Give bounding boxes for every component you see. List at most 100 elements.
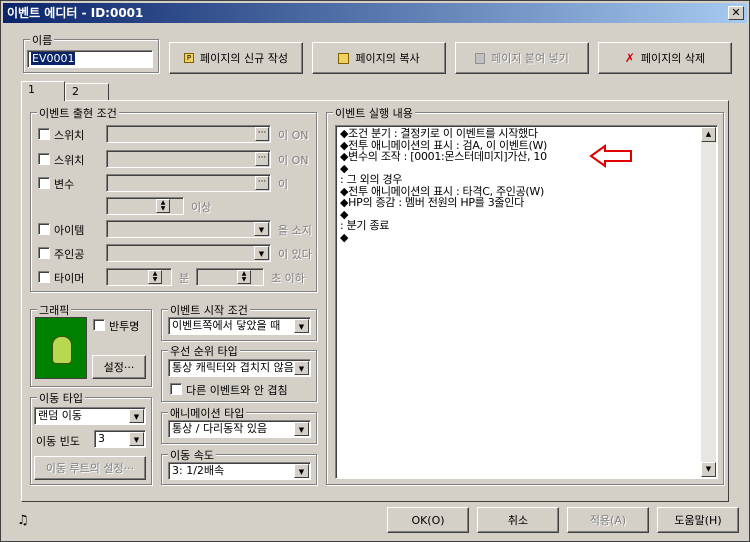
overlap-checkbox[interactable] (170, 383, 182, 395)
paste-page-icon (475, 52, 486, 64)
move-speed-legend: 이동 속도 (168, 447, 216, 463)
annotation-arrow-icon (589, 144, 632, 168)
animation-dropdown-icon: ▼ (294, 422, 309, 436)
event-name-input[interactable]: EV0001 (27, 50, 153, 68)
event-editor-window: 이벤트 에디터 - ID:0001 ✕ 이름 EV0001 P 페이지의 신규 … (0, 0, 750, 542)
variable-more-label: 이상 (191, 201, 212, 214)
priority-legend: 우선 순위 타입 (168, 343, 240, 359)
item-dropdown-icon: ▼ (254, 222, 269, 236)
window-title: 이벤트 에디터 - ID:0001 (7, 6, 144, 20)
timer-min-field (106, 268, 172, 286)
switch2-ellipsis: ··· (255, 152, 269, 166)
item-label: 아이템 (54, 224, 85, 237)
switch1-checkbox[interactable] (38, 128, 50, 140)
sprite-figure-icon (52, 336, 72, 364)
item-field: ▼ (106, 220, 271, 238)
priority-value: 통상 캐릭터와 겹치지 않음 (172, 361, 294, 374)
command-line[interactable]: ◆변수의 조작 : [0001:몬스터데미지]가산, 10 (340, 151, 699, 163)
transparent-label: 반투명 (109, 320, 140, 333)
priority-dropdown-icon: ▼ (294, 361, 309, 375)
move-type-legend: 이동 타입 (37, 390, 85, 406)
switch2-checkbox[interactable] (38, 153, 50, 165)
scroll-down-icon[interactable]: ▼ (701, 462, 716, 477)
trigger-select[interactable]: 이벤트쪽에서 닿았을 때 ▼ (168, 317, 311, 335)
command-list[interactable]: ◆조건 분기 : 결정키로 이 이벤트를 시작했다 ◆전투 애니메이션의 표시 … (335, 125, 718, 479)
timer-min-label: 분 (179, 272, 190, 285)
command-line[interactable]: ◆조건 분기 : 결정키로 이 이벤트를 시작했다 (340, 128, 699, 140)
commands-legend: 이벤트 실행 내용 (333, 105, 415, 121)
delete-page-label: 페이지의 삭제 (640, 52, 706, 65)
command-line[interactable]: ◆ (340, 231, 699, 244)
move-type-select[interactable]: 랜덤 이동 ▼ (34, 407, 146, 425)
graphic-set-button[interactable]: 설정··· (92, 355, 146, 379)
variable-value-field (106, 197, 184, 215)
move-freq-select[interactable]: 3 ▼ (94, 430, 146, 448)
paste-page-label: 페이지 붙여 넣기 (491, 52, 569, 65)
ok-button[interactable]: OK(O) (387, 507, 469, 533)
transparent-checkbox[interactable] (93, 319, 105, 331)
item-checkbox[interactable] (38, 223, 50, 235)
new-page-icon: P (184, 53, 195, 63)
command-line[interactable]: : 그 외의 경우 (340, 174, 699, 186)
variable-label: 변수 (54, 178, 75, 191)
variable-field: ··· (106, 174, 271, 192)
priority-select[interactable]: 통상 캐릭터와 겹치지 않음 ▼ (168, 359, 311, 377)
cancel-button[interactable]: 취소 (477, 507, 559, 533)
move-route-button[interactable]: 이동 루트의 설정··· (34, 456, 146, 480)
timer-label: 타이머 (54, 272, 85, 285)
timer-sec-label: 초 이하 (271, 272, 305, 285)
command-line[interactable]: : 분기 종료 (340, 220, 699, 232)
command-scrollbar[interactable]: ▲ ▼ (701, 127, 716, 477)
new-page-label: 페이지의 신규 작성 (200, 52, 288, 65)
tab-page-1[interactable]: 1 (21, 81, 65, 101)
trigger-value: 이벤트쪽에서 닿았을 때 (172, 319, 281, 332)
move-speed-dropdown-icon: ▼ (294, 464, 309, 478)
close-icon[interactable]: ✕ (728, 6, 744, 20)
copy-page-icon (338, 52, 350, 64)
switch2-suffix: 이 ON (278, 154, 309, 167)
timer-checkbox[interactable] (38, 271, 50, 283)
move-speed-select[interactable]: 3: 1/2배속 ▼ (168, 462, 311, 480)
apply-button[interactable]: 적용(A) (567, 507, 649, 533)
copy-page-button[interactable]: 페이지의 복사 (312, 42, 446, 74)
event-sprite[interactable] (35, 317, 87, 379)
move-freq-dropdown-icon: ▼ (129, 432, 144, 446)
new-page-button[interactable]: P 페이지의 신규 작성 (169, 42, 303, 74)
switch2-label: 스위치 (54, 154, 85, 167)
title-bar: 이벤트 에디터 - ID:0001 ✕ (3, 3, 747, 23)
actor-dropdown-icon: ▼ (254, 246, 269, 260)
timer-sec-field (196, 268, 264, 286)
switch1-suffix: 이 ON (278, 129, 309, 142)
graphic-legend: 그래픽 (37, 302, 72, 318)
timer-sec-spin-icon: ▲ ▼ (237, 270, 251, 284)
actor-label: 주인공 (54, 248, 85, 261)
command-lines: ◆조건 분기 : 결정키로 이 이벤트를 시작했다 ◆전투 애니메이션의 표시 … (340, 128, 699, 243)
name-legend: 이름 (30, 32, 55, 48)
scroll-up-icon[interactable]: ▲ (701, 127, 716, 142)
animation-value: 통상 / 다리동작 있음 (172, 422, 268, 435)
switch1-label: 스위치 (54, 129, 85, 142)
command-line[interactable]: ◆HP의 증감 : 멤버 전원의 HP를 3줄인다 (340, 197, 699, 209)
actor-suffix: 이 있다 (278, 248, 312, 261)
actor-checkbox[interactable] (38, 247, 50, 259)
timer-min-spin-icon: ▲ ▼ (148, 270, 162, 284)
variable-checkbox[interactable] (38, 177, 50, 189)
music-icon[interactable]: ♫ (17, 513, 29, 528)
trigger-legend: 이벤트 시작 조건 (168, 302, 250, 318)
delete-page-button[interactable]: ✗ 페이지의 삭제 (598, 42, 732, 74)
move-speed-value: 3: 1/2배속 (172, 464, 225, 477)
switch2-field: ··· (106, 150, 271, 168)
move-freq-label: 이동 빈도 (36, 435, 80, 448)
trigger-dropdown-icon: ▼ (294, 319, 309, 333)
delete-page-icon: ✗ (624, 51, 635, 65)
move-type-value: 랜덤 이동 (38, 409, 82, 422)
help-button[interactable]: 도움말(H) (657, 507, 739, 533)
actor-field: ▼ (106, 244, 271, 262)
animation-legend: 애니메이션 타입 (168, 405, 247, 421)
paste-page-button[interactable]: 페이지 붙여 넣기 (455, 42, 589, 74)
animation-select[interactable]: 통상 / 다리동작 있음 ▼ (168, 420, 311, 438)
conditions-legend: 이벤트 출현 조건 (37, 105, 119, 121)
variable-spin-icon: ▲ ▼ (156, 199, 170, 213)
tab-page-2[interactable]: 2 (65, 83, 109, 101)
command-line[interactable]: ◆ (340, 208, 699, 221)
